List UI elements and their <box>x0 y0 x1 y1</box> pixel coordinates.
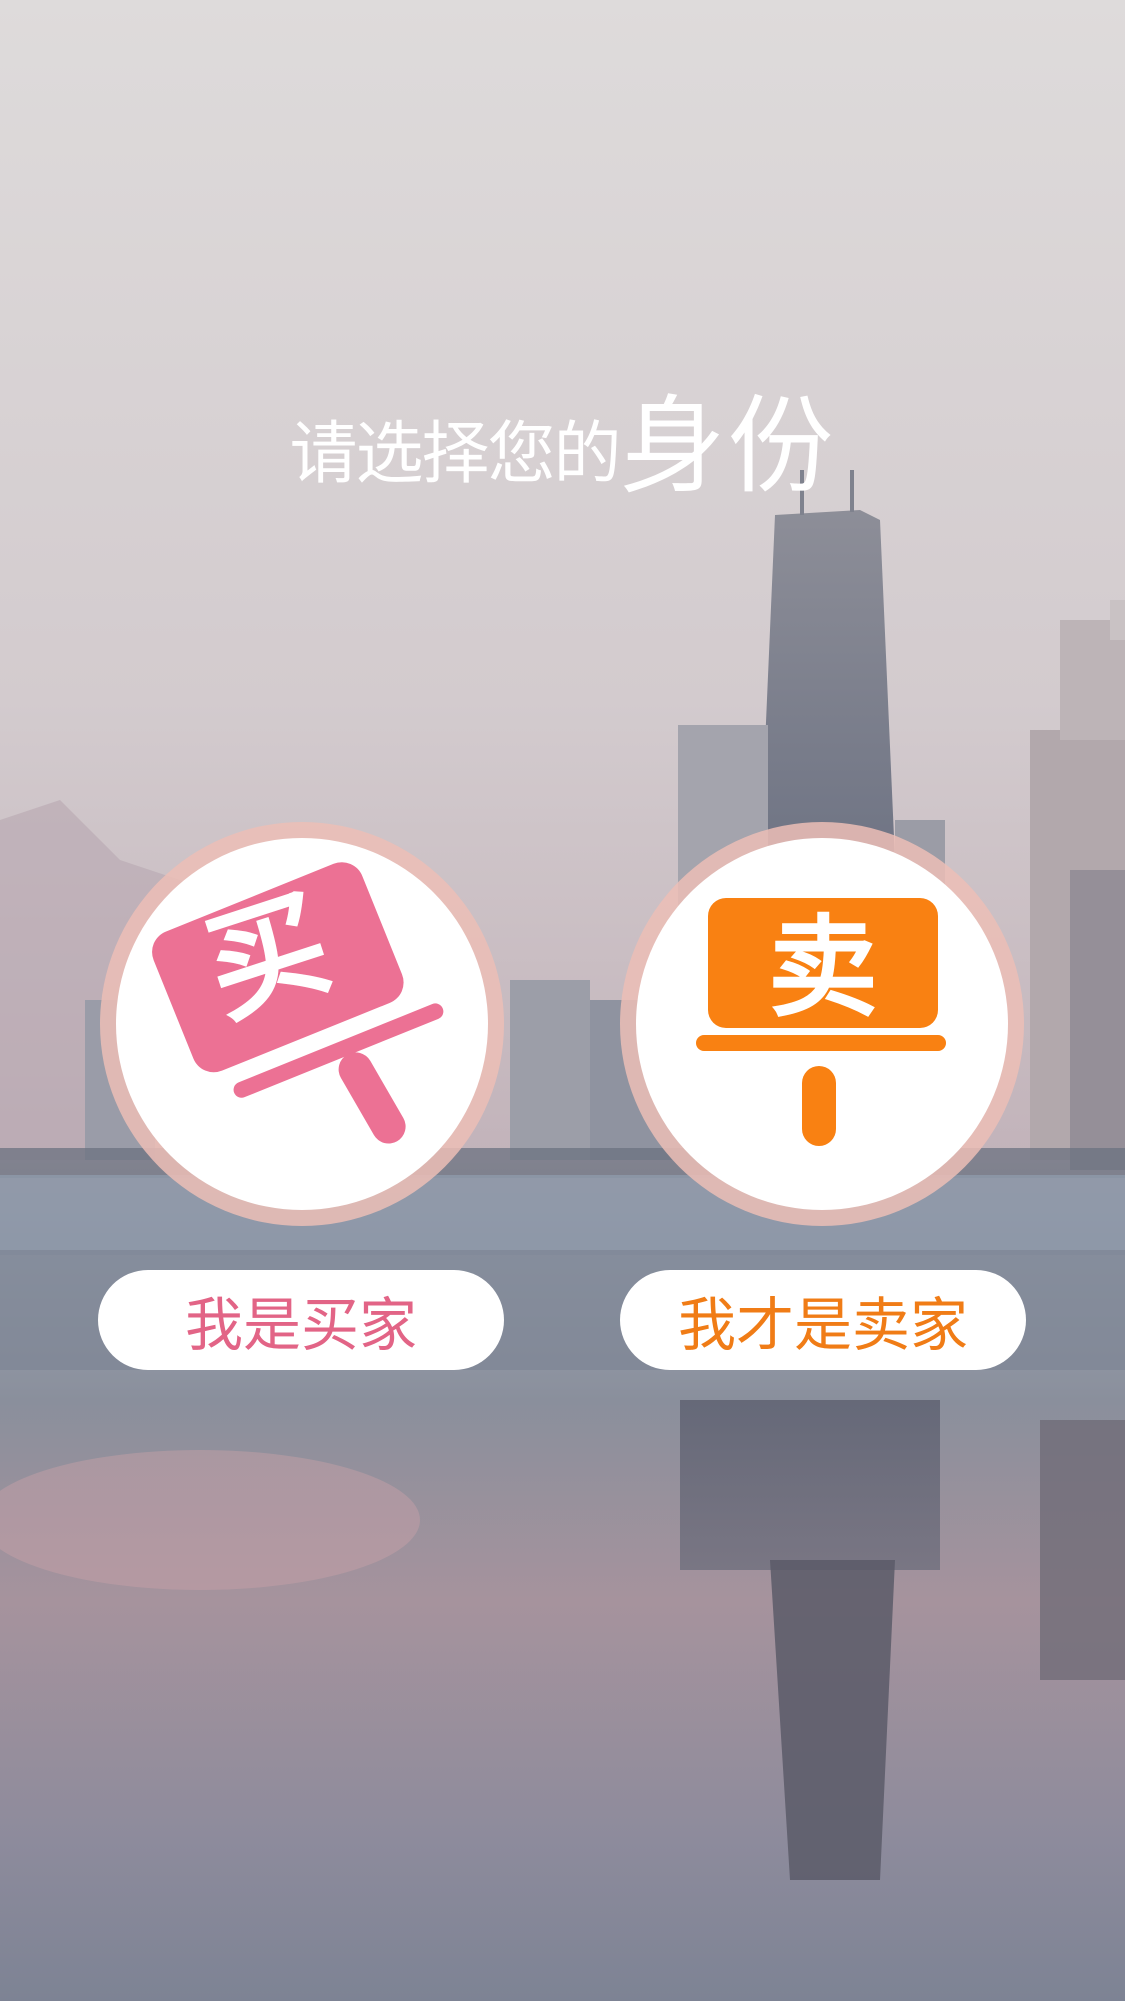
buyer-icon-background: 买 <box>116 838 488 1210</box>
buyer-role-icon-button[interactable]: 买 <box>100 822 504 1226</box>
buyer-button[interactable]: 我是买家 <box>98 1270 504 1370</box>
seller-button[interactable]: 我才是卖家 <box>620 1270 1026 1370</box>
title-prefix: 请选择您的 <box>289 415 621 494</box>
page-title: 请选择您的身份 <box>0 360 1125 514</box>
title-emphasis: 身份 <box>619 385 836 508</box>
seller-icon-background: 卖 <box>636 838 1008 1210</box>
buy-sign-icon: 买 <box>152 862 444 1144</box>
sell-sign-icon: 卖 <box>696 898 946 1146</box>
seller-role-icon-button[interactable]: 卖 <box>620 822 1024 1226</box>
sell-sign-char: 卖 <box>768 904 878 1032</box>
